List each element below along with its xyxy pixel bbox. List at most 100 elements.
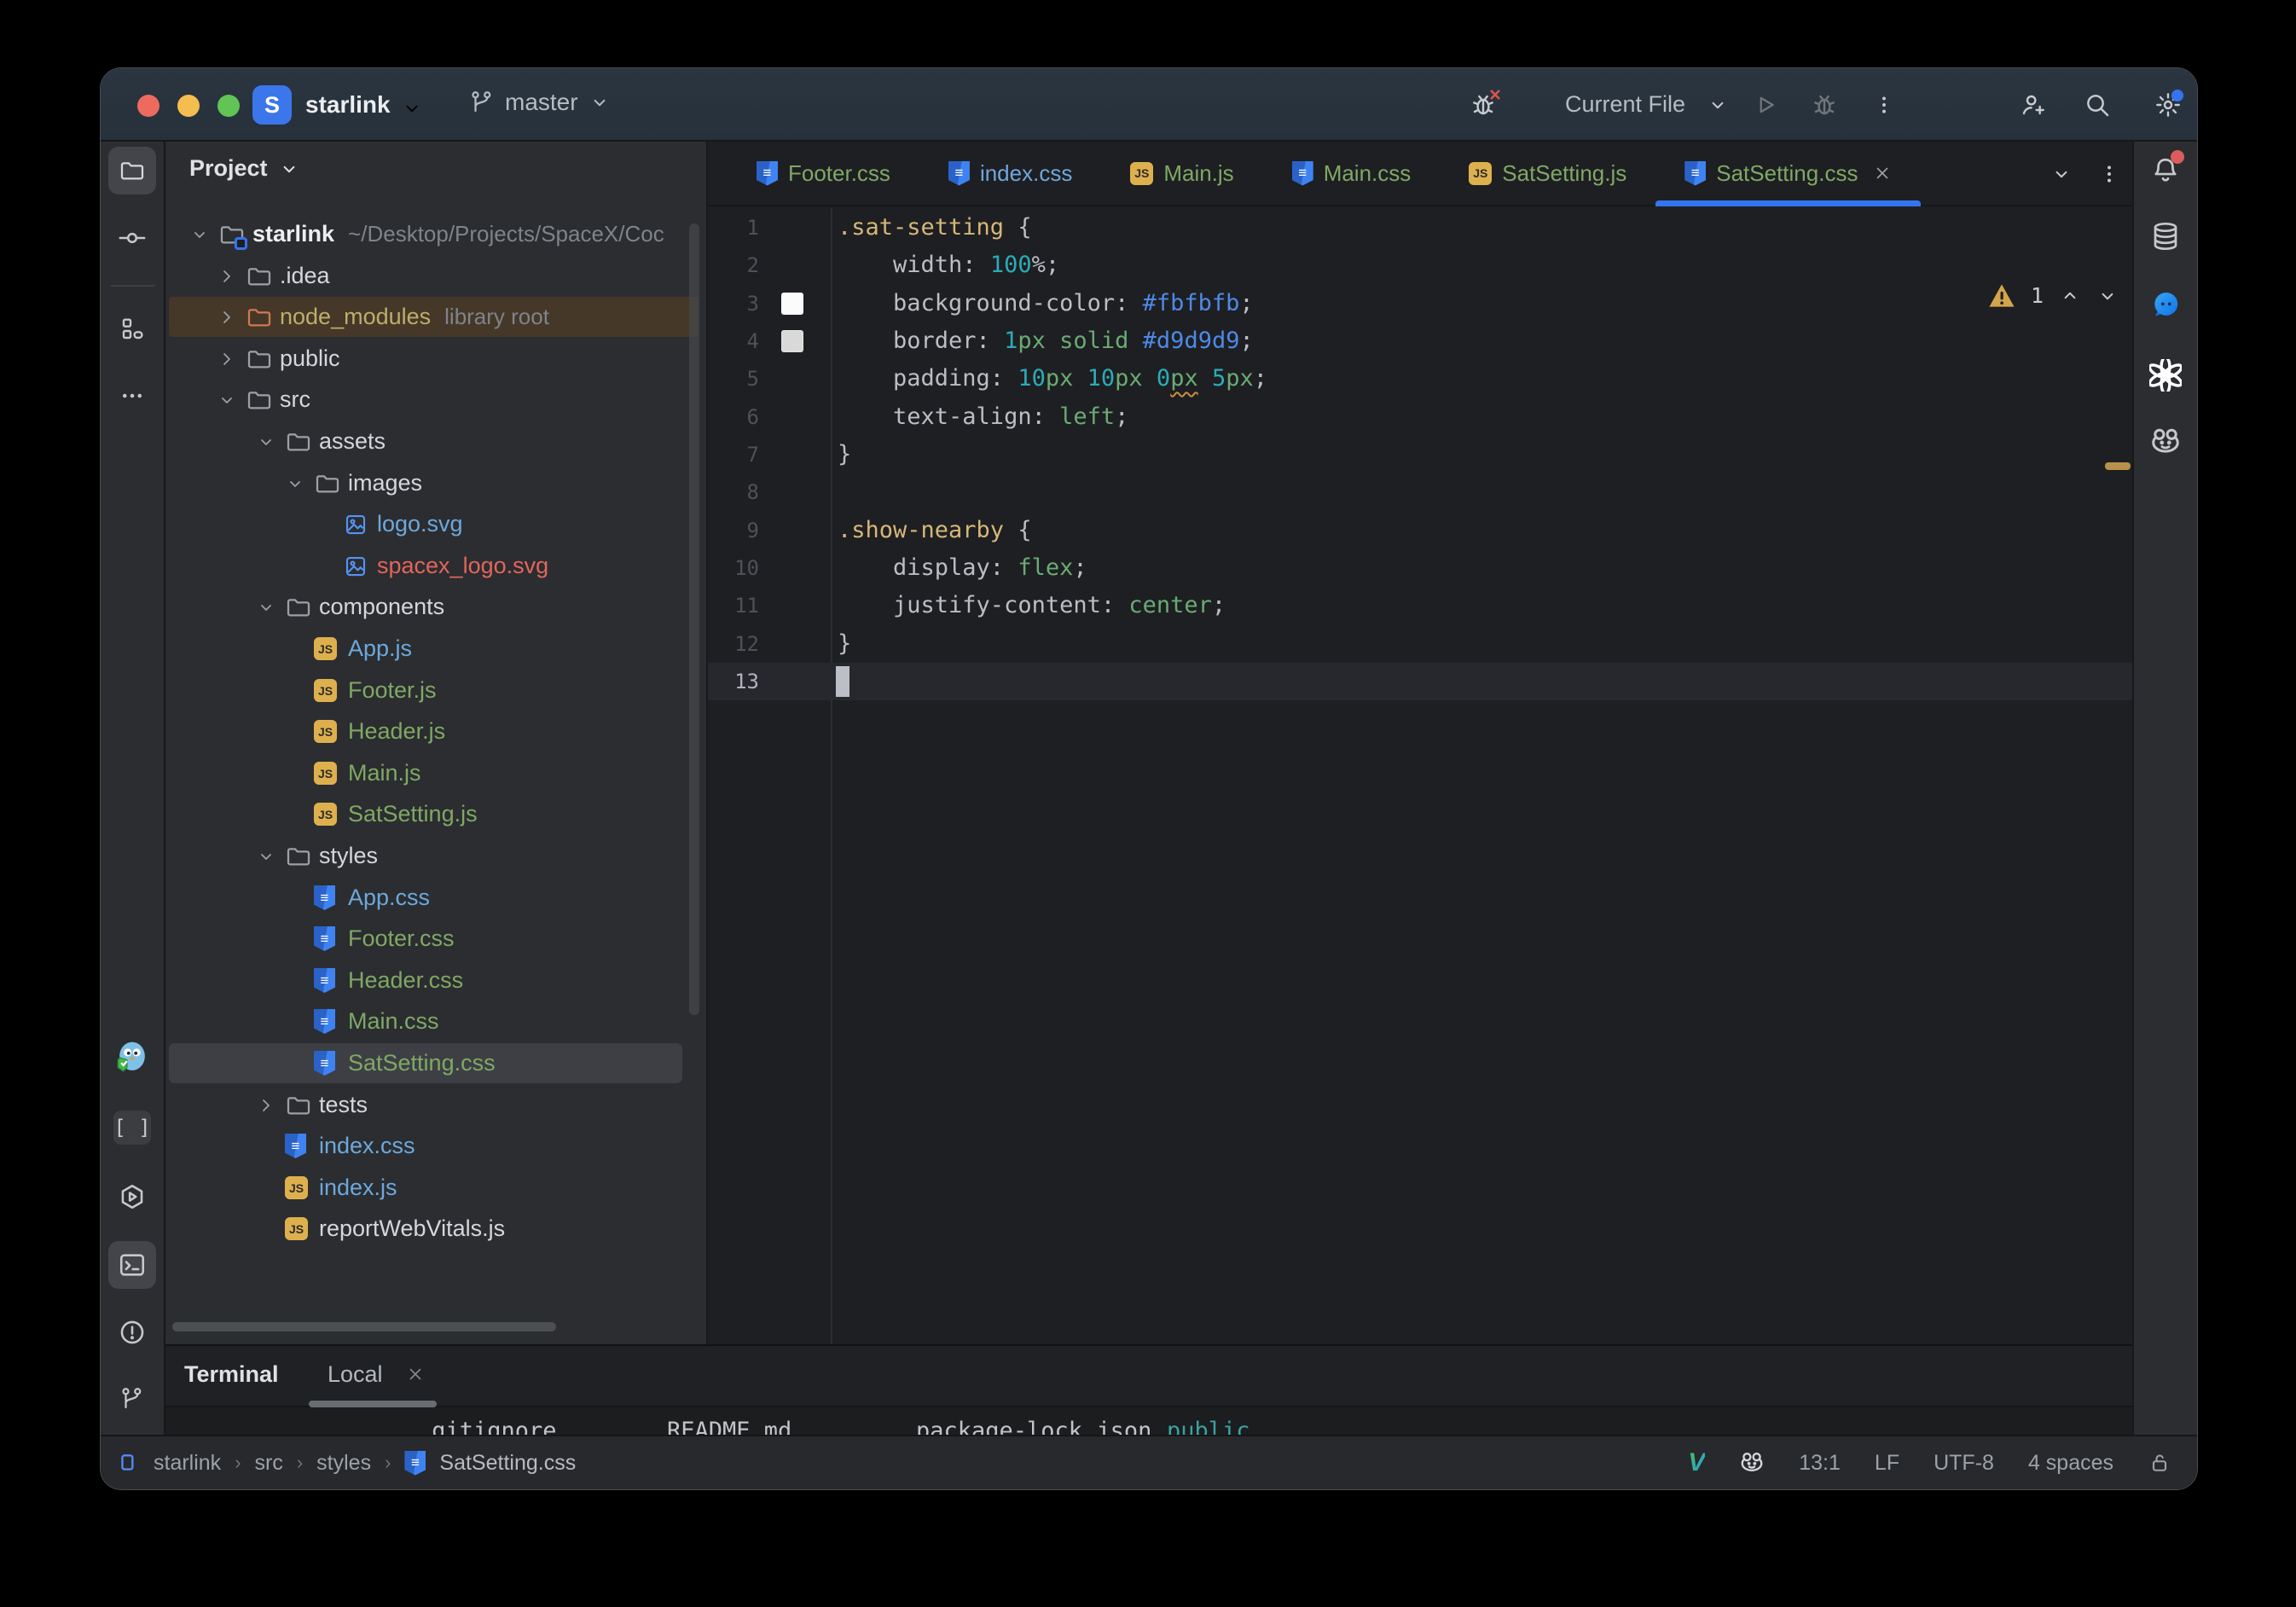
bell-icon[interactable]	[2145, 150, 2186, 191]
code-line-9[interactable]: 9 .show-nearby {	[708, 512, 2132, 549]
tree-chevron-icon[interactable]	[285, 473, 314, 494]
breadcrumb-item[interactable]: starlink	[154, 1451, 221, 1476]
project-name[interactable]: starlink	[305, 91, 391, 119]
gopher-plugin-icon[interactable]	[108, 1034, 156, 1082]
lock-icon[interactable]	[2148, 1451, 2171, 1475]
tree-item-components[interactable]: components	[165, 586, 706, 628]
code-line-3[interactable]: 3 background-color: #fbfbfb;	[708, 285, 2132, 322]
caret-position[interactable]: 13:1	[1799, 1451, 1841, 1476]
code-line-13[interactable]: 13	[708, 663, 2132, 700]
indent-setting[interactable]: 4 spaces	[2028, 1451, 2113, 1476]
code-editor[interactable]: 1 .sat-setting { 2 width: 100%; 3 backgr…	[708, 208, 2132, 1344]
code-line-8[interactable]: 8	[708, 473, 2132, 511]
tree-horizontal-scrollbar[interactable]	[172, 1322, 556, 1331]
tree-item-main-js[interactable]: JS Main.js	[165, 752, 706, 794]
tree-item-tests[interactable]: tests	[165, 1084, 706, 1126]
git-icon[interactable]	[108, 1375, 156, 1423]
error-stripe-mark[interactable]	[2105, 462, 2131, 470]
tree-item-satsetting-css[interactable]: ≡ SatSetting.css	[165, 1042, 706, 1084]
tree-item-spacex-logo-svg[interactable]: spacex_logo.svg	[165, 545, 706, 587]
tree-chevron-icon[interactable]	[217, 307, 246, 328]
breadcrumb-item[interactable]: styles	[316, 1451, 371, 1476]
editor-tab-index-css[interactable]: ≡ index.css	[919, 142, 1101, 205]
editor-tab-satsetting-js[interactable]: JS SatSetting.js	[1440, 142, 1655, 205]
next-warning-icon[interactable]	[2096, 285, 2119, 307]
tree-item-public[interactable]: public	[165, 338, 706, 380]
tree-item-images[interactable]: images	[165, 462, 706, 504]
tree-vertical-scrollbar[interactable]	[689, 223, 699, 1015]
tree-chevron-icon[interactable]	[217, 390, 246, 410]
chevron-down-icon[interactable]	[1704, 91, 1731, 119]
close-icon[interactable]	[406, 1365, 425, 1384]
run-icon[interactable]	[1753, 91, 1780, 119]
project-avatar[interactable]: S	[252, 85, 292, 125]
project-panel-header[interactable]: Project	[189, 155, 300, 182]
tree-item-footer-css[interactable]: ≡ Footer.css	[165, 918, 706, 960]
chevron-down-icon[interactable]	[2050, 163, 2073, 185]
project-folder-icon[interactable]	[108, 147, 156, 194]
assistant-monkey-icon[interactable]	[1739, 1450, 1765, 1476]
code-line-6[interactable]: 6 text-align: left;	[708, 398, 2132, 436]
inspections-widget[interactable]: 1	[1988, 283, 2119, 308]
tree-item-src[interactable]: src	[165, 379, 706, 421]
problems-icon[interactable]	[108, 1308, 156, 1356]
more-options-icon[interactable]	[1870, 91, 1898, 119]
tree-item-assets[interactable]: assets	[165, 421, 706, 462]
minimize-window-button[interactable]	[177, 95, 200, 117]
terminal-title[interactable]: Terminal	[184, 1361, 279, 1388]
branch-widget[interactable]: master	[469, 89, 611, 116]
debug-icon[interactable]	[1811, 91, 1838, 119]
editor-tab-main-css[interactable]: ≡ Main.css	[1263, 142, 1441, 205]
breadcrumb[interactable]: starlink › src › styles › ≡ SatSetting.css	[118, 1450, 576, 1476]
add-user-icon[interactable]	[2019, 91, 2046, 119]
breadcrumb-item[interactable]: src	[255, 1451, 283, 1476]
breadcrumb-item[interactable]: SatSetting.css	[439, 1451, 576, 1476]
tree-chevron-icon[interactable]	[256, 846, 285, 867]
code-line-1[interactable]: 1 .sat-setting {	[708, 209, 2132, 247]
tree-item-reportwebvitals-js[interactable]: JS reportWebVitals.js	[165, 1208, 706, 1250]
terminal-icon[interactable]	[108, 1241, 156, 1289]
tree-chevron-icon[interactable]	[256, 597, 285, 618]
kebab-menu-icon[interactable]	[2098, 163, 2120, 185]
tree-item-header-css[interactable]: ≡ Header.css	[165, 960, 706, 1001]
line-ending[interactable]: LF	[1875, 1451, 1899, 1476]
editor-tab-main-js[interactable]: JS Main.js	[1101, 142, 1262, 205]
tree-chevron-icon[interactable]	[217, 349, 246, 369]
terminal-tab-local[interactable]: Local	[328, 1361, 383, 1388]
tree-item--idea[interactable]: .idea	[165, 255, 706, 297]
debugger-disconnected-icon[interactable]	[1470, 90, 1500, 119]
tree-item-app-js[interactable]: JS App.js	[165, 628, 706, 670]
tree-chevron-icon[interactable]	[189, 224, 218, 245]
v-plugin-icon[interactable]: V	[1688, 1448, 1705, 1477]
openai-icon[interactable]	[2145, 355, 2186, 396]
tree-chevron-icon[interactable]	[217, 266, 246, 287]
assistant-monkey-icon[interactable]	[2145, 421, 2186, 462]
services-icon[interactable]	[108, 1173, 156, 1221]
code-line-10[interactable]: 10 display: flex;	[708, 549, 2132, 587]
code-line-7[interactable]: 7 }	[708, 436, 2132, 473]
code-line-5[interactable]: 5 padding: 10px 10px 0px 5px;	[708, 360, 2132, 397]
structure-icon[interactable]	[108, 305, 156, 353]
brackets-icon[interactable]: [ ]	[108, 1104, 156, 1152]
more-icon[interactable]	[108, 372, 156, 420]
color-preview-chip[interactable]	[781, 293, 803, 315]
zoom-window-button[interactable]	[217, 95, 240, 117]
settings-gear-icon[interactable]	[2154, 90, 2183, 119]
tree-item-footer-js[interactable]: JS Footer.js	[165, 670, 706, 711]
editor-tab-footer-css[interactable]: ≡ Footer.css	[728, 142, 919, 205]
tree-item-index-css[interactable]: ≡ index.css	[165, 1125, 706, 1167]
tree-item-satsetting-js[interactable]: JS SatSetting.js	[165, 793, 706, 835]
chat-icon[interactable]	[2145, 285, 2186, 326]
run-config-selector[interactable]: Current File	[1551, 91, 1700, 118]
encoding[interactable]: UTF-8	[1934, 1451, 1994, 1476]
prev-warning-icon[interactable]	[2059, 285, 2081, 307]
code-line-4[interactable]: 4 border: 1px solid #d9d9d9;	[708, 322, 2132, 360]
close-icon[interactable]	[1873, 164, 1892, 183]
commit-icon[interactable]	[108, 214, 156, 262]
editor-tab-satsetting-css[interactable]: ≡ SatSetting.css	[1655, 142, 1922, 206]
tree-item-header-js[interactable]: JS Header.js	[165, 711, 706, 752]
tree-item-node-modules[interactable]: node_modules library root	[165, 296, 706, 338]
close-window-button[interactable]	[137, 95, 159, 117]
tree-item-app-css[interactable]: ≡ App.css	[165, 877, 706, 919]
tree-chevron-icon[interactable]	[256, 1095, 285, 1116]
